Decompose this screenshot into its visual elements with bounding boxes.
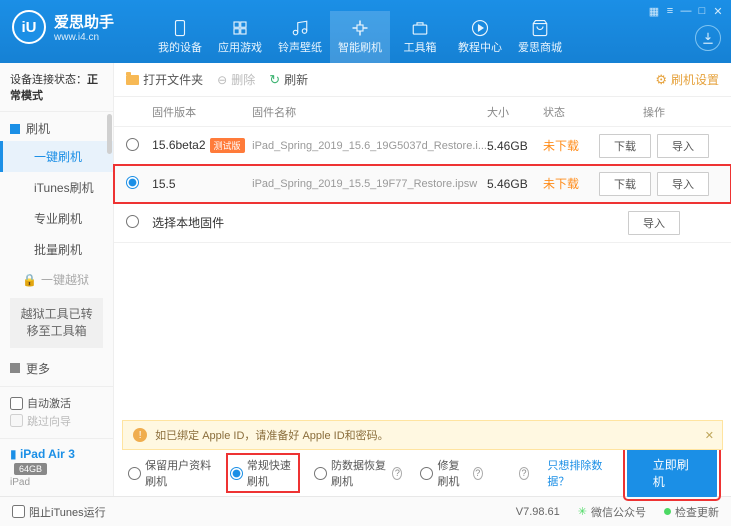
toolbox-icon (411, 19, 429, 37)
tutorial-icon (471, 19, 489, 37)
square-icon (10, 124, 20, 134)
help-icon[interactable]: ? (519, 467, 530, 480)
flash-mode-option[interactable]: 常规快速刷机 (230, 457, 296, 489)
block-itunes-checkbox[interactable]: 阻止iTunes运行 (12, 504, 106, 520)
jailbreak-note: 越狱工具已转移至工具箱 (10, 298, 103, 348)
sidebar-item[interactable]: 一键刷机 (0, 141, 113, 172)
firmware-version: 15.6beta2测试版 (152, 138, 252, 153)
gear-icon: ⚙ (655, 72, 667, 88)
logo-icon: iU (12, 10, 46, 44)
firmware-status: 未下载 (543, 137, 589, 154)
header-grid-icon[interactable]: ▦ (647, 4, 661, 18)
nav-shop[interactable]: 爱思商城 (510, 11, 570, 63)
help-icon[interactable]: ? (473, 467, 483, 480)
maximize-button[interactable]: □ (695, 4, 709, 18)
local-firmware-radio[interactable] (126, 215, 139, 228)
flash-mode-option[interactable]: 修复刷机 ? (420, 457, 482, 489)
nav-app[interactable]: 应用游戏 (210, 11, 270, 63)
delete-button: ⊖删除 (217, 71, 255, 88)
exclude-data-link[interactable]: 只想排除数据？ (547, 457, 608, 489)
sidebar-group-jailbreak: 🔒一键越狱 (0, 265, 113, 294)
flash-mode-option[interactable]: 防数据恢复刷机 ? (314, 457, 402, 489)
brand: iU 爱思助手 www.i4.cn (12, 10, 114, 44)
firmware-version: 15.5 (152, 177, 252, 191)
nav-tutorial[interactable]: 教程中心 (450, 11, 510, 63)
device-icon (171, 19, 189, 37)
status-dot-icon (664, 508, 671, 515)
download-center-icon[interactable] (695, 25, 721, 51)
sidebar-item[interactable]: 批量刷机 (0, 234, 113, 265)
close-warning-icon[interactable]: ✕ (705, 429, 714, 442)
brand-url: www.i4.cn (54, 32, 114, 43)
open-folder-button[interactable]: 打开文件夹 (126, 71, 203, 88)
firmware-row[interactable]: 15.5iPad_Spring_2019_15.5_19F77_Restore.… (114, 165, 731, 203)
nav-toolbox[interactable]: 工具箱 (390, 11, 450, 63)
download-button[interactable]: 下载 (599, 172, 651, 196)
nav-device[interactable]: 我的设备 (150, 11, 210, 63)
firmware-size: 5.46GB (487, 177, 543, 191)
refresh-button[interactable]: ↻刷新 (269, 71, 308, 88)
firmware-radio[interactable] (126, 176, 139, 189)
import-button[interactable]: 导入 (628, 211, 680, 235)
appleid-warning: ! 如已绑定 Apple ID，请准备好 Apple ID和密码。 ✕ (122, 420, 723, 450)
shop-icon (531, 19, 549, 37)
nav-flash[interactable]: 智能刷机 (330, 11, 390, 63)
local-firmware-label: 选择本地固件 (152, 214, 252, 231)
flash-settings-button[interactable]: ⚙刷机设置 (655, 71, 719, 88)
ringtone-icon (291, 19, 309, 37)
warning-icon: ! (133, 428, 147, 442)
check-update-link[interactable]: 检查更新 (664, 504, 719, 520)
brand-name: 爱思助手 (54, 11, 114, 32)
firmware-status: 未下载 (543, 175, 589, 192)
lock-icon: 🔒 (22, 273, 37, 287)
sidebar-item[interactable]: iTunes刷机 (0, 172, 113, 203)
firmware-name: iPad_Spring_2019_15.5_19F77_Restore.ipsw (252, 178, 487, 190)
flash-icon (351, 19, 369, 37)
flash-now-button[interactable]: 立即刷机 (627, 449, 717, 497)
close-button[interactable]: ✕ (711, 4, 725, 18)
firmware-radio[interactable] (126, 138, 139, 151)
help-icon[interactable]: ? (392, 467, 402, 480)
firmware-size: 5.46GB (487, 139, 543, 153)
version-label: V7.98.61 (516, 506, 560, 518)
folder-icon (126, 75, 139, 85)
minimize-button[interactable]: — (679, 4, 693, 18)
firmware-name: iPad_Spring_2019_15.6_19G5037d_Restore.i… (252, 140, 487, 152)
wechat-icon: ✳ (578, 505, 587, 518)
app-icon (231, 19, 249, 37)
download-button[interactable]: 下载 (599, 134, 651, 158)
sidebar-group-more[interactable]: 更多 (0, 352, 113, 381)
import-button[interactable]: 导入 (657, 134, 709, 158)
nav-ringtone[interactable]: 铃声壁纸 (270, 11, 330, 63)
refresh-icon: ↻ (269, 72, 280, 88)
header-menu-icon[interactable]: ≡ (663, 4, 677, 18)
sidebar-group-flash[interactable]: 刷机 (0, 112, 113, 141)
delete-icon: ⊖ (217, 73, 227, 87)
auto-activate-checkbox[interactable]: 自动激活 (10, 395, 71, 411)
connection-status: 设备连接状态：正常模式 (0, 63, 113, 112)
sidebar-item[interactable]: 其他工具 (0, 381, 113, 386)
import-button[interactable]: 导入 (657, 172, 709, 196)
wechat-link[interactable]: ✳微信公众号 (578, 504, 646, 520)
skip-guide-checkbox[interactable]: 跳过向导 (10, 413, 71, 429)
table-header: 固件版本 固件名称 大小 状态 操作 (114, 97, 731, 127)
flash-mode-option[interactable]: 保留用户资料刷机 (128, 457, 212, 489)
firmware-row[interactable]: 15.6beta2测试版iPad_Spring_2019_15.6_19G503… (114, 127, 731, 165)
device-info[interactable]: ▮ iPad Air 364GB iPad (0, 438, 113, 496)
sidebar-item[interactable]: 专业刷机 (0, 203, 113, 234)
square-icon (10, 363, 20, 373)
